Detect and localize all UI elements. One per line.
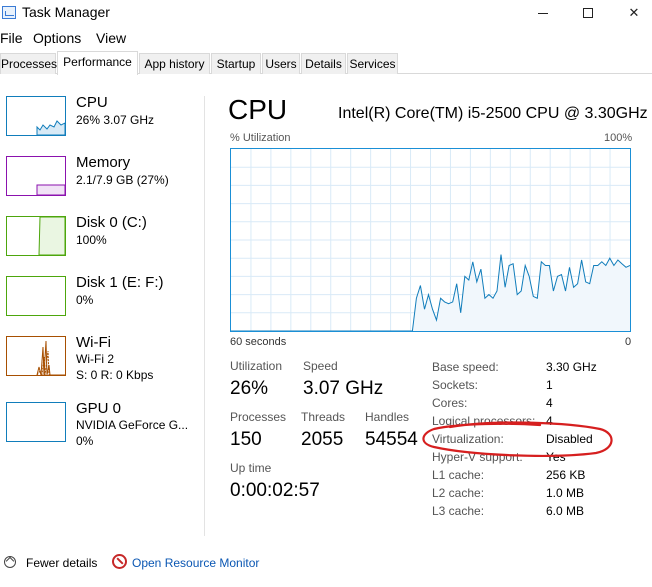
close-button[interactable]: ✕: [611, 0, 652, 26]
gpu-thumbnail-graph: [6, 402, 66, 442]
resource-detail: 100%: [76, 233, 107, 247]
processes-label: Processes: [230, 410, 287, 424]
utilization-value: 26%: [230, 378, 269, 399]
menu-view[interactable]: View: [96, 30, 126, 46]
resource-name: Disk 0 (C:): [76, 214, 147, 231]
tab-details[interactable]: Details: [301, 53, 346, 74]
detail-value: 6.0 MB: [546, 504, 585, 518]
resource-list: CPU 26% 3.07 GHz Memory 2.1/7.9 GB (27%)…: [0, 90, 200, 560]
page-title: CPU: [228, 94, 288, 125]
window-title: Task Manager: [22, 4, 110, 20]
resource-item-cpu[interactable]: CPU 26% 3.07 GHz: [0, 90, 200, 148]
footer-bar: Fewer details Open Resource Monitor: [0, 552, 652, 576]
threads-label: Threads: [301, 410, 346, 424]
utilization-axis-label: % Utilization: [230, 132, 291, 144]
title-bar: Task Manager ✕: [0, 0, 652, 26]
chevron-up-circle-icon[interactable]: [4, 556, 16, 568]
resource-monitor-icon: [112, 554, 127, 569]
task-manager-icon: [2, 6, 16, 19]
cpu-model: Intel(R) Core(TM) i5-2500 CPU @ 3.30GHz: [338, 105, 648, 122]
resource-detail: 26% 3.07 GHz: [76, 113, 155, 127]
maximize-button[interactable]: [565, 0, 611, 26]
speed-label: Speed: [303, 359, 338, 373]
detail-key: Cores:: [432, 396, 468, 410]
cpu-thumbnail-graph: [6, 96, 66, 136]
tab-app-history[interactable]: App history: [139, 53, 210, 74]
tab-startup[interactable]: Startup: [211, 53, 261, 74]
close-icon: ✕: [628, 5, 640, 20]
threads-value: 2055: [301, 429, 344, 450]
detail-key: L3 cache:: [432, 504, 485, 518]
fewer-details-link[interactable]: Fewer details: [26, 556, 97, 570]
speed-value: 3.07 GHz: [303, 378, 384, 399]
detail-value: 3.30 GHz: [546, 360, 597, 374]
wifi-thumbnail-graph: [6, 336, 66, 376]
resource-detail: 0%: [76, 293, 94, 307]
memory-thumbnail-graph: [6, 156, 66, 196]
uptime-label: Up time: [230, 461, 272, 475]
minimize-button[interactable]: [520, 0, 566, 26]
resource-name: Wi-Fi: [76, 334, 111, 351]
resource-item-wifi[interactable]: Wi-Fi Wi-Fi 2 S: 0 R: 0 Kbps: [0, 330, 200, 388]
cpu-utilization-graph: [230, 148, 631, 332]
panel-divider: [204, 96, 205, 536]
detail-value: 1: [546, 378, 553, 392]
resource-detail: 2.1/7.9 GB (27%): [76, 173, 169, 187]
graph-time-end: 0: [625, 336, 632, 348]
graph-time-span: 60 seconds: [230, 336, 287, 348]
detail-key: L2 cache:: [432, 486, 485, 500]
resource-item-gpu-0[interactable]: GPU 0 NVIDIA GeForce G... 0%: [0, 396, 200, 454]
tab-bar: Processes Performance App history Startu…: [0, 51, 652, 75]
menu-options[interactable]: Options: [33, 30, 81, 46]
handles-label: Handles: [365, 410, 410, 424]
detail-key: L1 cache:: [432, 468, 485, 482]
handles-value: 54554: [365, 429, 418, 450]
tab-performance[interactable]: Performance: [57, 51, 138, 75]
processes-value: 150: [230, 429, 262, 450]
resource-name: Disk 1 (E: F:): [76, 274, 164, 291]
tab-processes[interactable]: Processes: [0, 53, 57, 74]
disk-1-thumbnail-graph: [6, 276, 66, 316]
resource-detail: NVIDIA GeForce G...: [76, 418, 189, 432]
utilization-label: Utilization: [230, 359, 283, 373]
resource-detail: Wi-Fi 2: [76, 352, 114, 366]
cpu-graph-canvas: [231, 149, 630, 331]
menu-file[interactable]: File: [0, 30, 23, 46]
disk-0-thumbnail-graph: [6, 216, 66, 256]
resource-detail-2: S: 0 R: 0 Kbps: [76, 368, 154, 382]
detail-value: 256 KB: [546, 468, 586, 482]
resource-item-memory[interactable]: Memory 2.1/7.9 GB (27%): [0, 150, 200, 208]
resource-item-disk-0[interactable]: Disk 0 (C:) 100%: [0, 210, 200, 268]
resource-item-disk-1[interactable]: Disk 1 (E: F:) 0%: [0, 270, 200, 328]
resource-name: CPU: [76, 94, 108, 111]
maximize-icon: [583, 8, 593, 18]
detail-key: Sockets:: [432, 378, 479, 392]
tab-services[interactable]: Services: [347, 53, 398, 74]
open-resource-monitor-link[interactable]: Open Resource Monitor: [132, 556, 259, 570]
detail-value: 4: [546, 396, 553, 410]
minimize-icon: [538, 12, 548, 14]
uptime-value: 0:00:02:57: [230, 480, 320, 501]
detail-key: Base speed:: [432, 360, 499, 374]
tab-users[interactable]: Users: [262, 53, 300, 74]
detail-value: 1.0 MB: [546, 486, 585, 500]
resource-name: GPU 0: [76, 400, 122, 417]
utilization-axis-max: 100%: [604, 132, 633, 144]
virtualization-annotation-circle: [420, 421, 616, 457]
resource-name: Memory: [76, 154, 131, 171]
resource-detail-2: 0%: [76, 434, 94, 448]
